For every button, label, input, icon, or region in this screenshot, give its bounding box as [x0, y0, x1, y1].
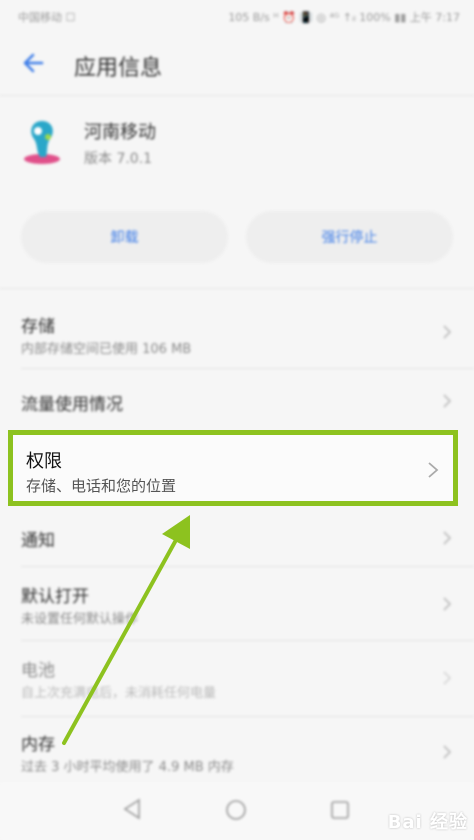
- app-bar: 应用信息: [0, 32, 474, 94]
- force-stop-button[interactable]: 强行停止: [246, 211, 453, 263]
- watermark: Bai 经验: [387, 812, 468, 833]
- row-notifications-title: 通知: [21, 531, 55, 551]
- row-memory-title: 内存: [21, 735, 55, 755]
- row-data-usage-title: 流量使用情况: [21, 395, 123, 415]
- row-permissions-title: 权限: [26, 451, 62, 472]
- row-battery-title: 电池: [21, 661, 55, 681]
- carrier-label: 中国移动 ☐: [18, 11, 76, 24]
- row-storage-title: 存储: [21, 317, 55, 337]
- row-divider: [21, 716, 474, 717]
- chevron-right-icon: [443, 745, 452, 759]
- section-divider: [0, 288, 474, 289]
- status-indicators: 105 B/s ᵸ ⏰ 📳 ◎ ⁴ᴳ ↑ᵢₗ 100% ▮▮ 上午 7:17: [228, 11, 460, 24]
- row-permissions[interactable]: 权限 存储、电话和您的位置: [8, 430, 458, 506]
- nav-recent-icon[interactable]: [330, 800, 350, 820]
- row-divider: [21, 566, 474, 567]
- row-memory-subtitle: 过去 3 小时平均使用了 4.9 MB 内存: [21, 760, 234, 775]
- row-open-by-default[interactable]: 默认打开 未设置任何默认操作: [0, 574, 474, 634]
- row-open-by-default-subtitle: 未设置任何默认操作: [21, 612, 139, 627]
- chevron-right-icon: [428, 462, 439, 478]
- app-version: 版本 7.0.1: [84, 151, 153, 167]
- nav-back-icon[interactable]: [122, 798, 142, 820]
- row-battery-subtitle: 自上次充满电后，未消耗任何电量: [21, 686, 217, 701]
- row-notifications[interactable]: 通知: [0, 516, 474, 560]
- row-memory[interactable]: 内存 过去 3 小时平均使用了 4.9 MB 内存: [0, 722, 474, 782]
- chevron-right-icon: [443, 531, 452, 545]
- row-data-usage[interactable]: 流量使用情况: [0, 376, 474, 424]
- chevron-right-icon: [443, 597, 452, 611]
- app-icon: [24, 121, 60, 164]
- app-summary: 河南移动 版本 7.0.1: [0, 105, 474, 175]
- page-title: 应用信息: [74, 56, 163, 81]
- chevron-right-icon: [443, 394, 452, 408]
- app-name: 河南移动: [84, 122, 156, 143]
- header-divider: [0, 95, 474, 96]
- row-storage[interactable]: 存储 内部存储空间已使用 106 MB: [0, 300, 474, 362]
- chevron-right-icon: [443, 671, 452, 685]
- uninstall-button[interactable]: 卸载: [21, 211, 228, 263]
- row-battery[interactable]: 电池 自上次充满电后，未消耗任何电量: [0, 648, 474, 710]
- nav-home-icon[interactable]: [224, 798, 248, 822]
- row-storage-subtitle: 内部存储空间已使用 106 MB: [21, 342, 192, 357]
- chevron-right-icon: [443, 325, 452, 339]
- row-permissions-subtitle: 存储、电话和您的位置: [26, 477, 177, 495]
- row-divider: [21, 368, 474, 369]
- row-divider: [21, 640, 474, 641]
- back-arrow-icon[interactable]: [18, 46, 52, 80]
- status-bar: 中国移动 ☐ 105 B/s ᵸ ⏰ 📳 ◎ ⁴ᴳ ↑ᵢₗ 100% ▮▮ 上午…: [0, 0, 474, 32]
- row-open-by-default-title: 默认打开: [21, 587, 89, 607]
